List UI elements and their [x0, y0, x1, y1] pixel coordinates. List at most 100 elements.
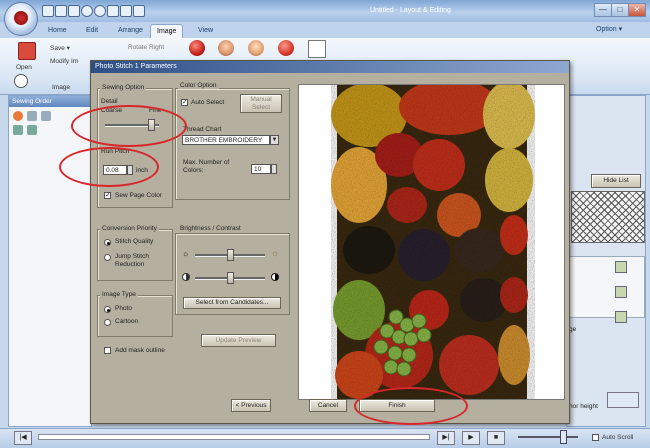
stop-icon[interactable]: ■	[487, 431, 505, 445]
layer-icon[interactable]	[41, 111, 51, 121]
tab-edit[interactable]: Edit	[80, 24, 104, 37]
open-file-icon[interactable]	[55, 5, 67, 17]
highlight-ellipse-finish	[354, 387, 468, 425]
close-button[interactable]: ✕	[628, 3, 646, 17]
rotate-right-button[interactable]: Rotate Right	[128, 44, 164, 51]
move-up-icon[interactable]	[13, 125, 23, 135]
cross-stitch-icon[interactable]	[248, 40, 264, 56]
max-colors-input[interactable]: 10	[251, 164, 271, 174]
thread-chart-select[interactable]: BROTHER EMBROIDERY	[182, 135, 270, 145]
sew-page-color-label: Sew Page Color	[115, 192, 162, 199]
previous-button[interactable]: < Previous	[231, 399, 271, 412]
property-edit-icon[interactable]	[615, 311, 627, 323]
color-option-label: Color Option	[178, 82, 219, 89]
sewing-order-panel: Sewing Order	[8, 95, 92, 427]
property-label-height: hor height	[569, 403, 598, 410]
auto-scroll-checkbox[interactable]	[592, 434, 599, 441]
modify-image-button[interactable]: Modify Im	[50, 58, 78, 65]
manual-select-button[interactable]: Manual Select	[240, 94, 282, 113]
speed-slider-track[interactable]	[518, 436, 578, 438]
sewing-option-label: Sewing Option	[100, 84, 147, 91]
color-group-icon[interactable]	[27, 111, 37, 121]
align-buttons[interactable]	[607, 392, 639, 408]
sewing-order-title: Sewing Order	[9, 96, 91, 107]
photo-stitch-2-icon[interactable]	[218, 40, 234, 56]
detail-label: Detail	[101, 98, 118, 105]
new-file-icon[interactable]	[42, 5, 54, 17]
window-title: Untitled - Layout & Editing	[370, 7, 451, 14]
hide-list-button[interactable]: Hide List	[591, 174, 641, 188]
transfer-icon[interactable]	[133, 5, 145, 17]
sew-page-color-checkbox[interactable]: ✓	[104, 192, 111, 199]
cartoon-label: Cartoon	[115, 318, 139, 325]
stitch-pattern-swatch[interactable]	[571, 191, 645, 243]
sort-icon[interactable]	[13, 111, 23, 121]
jump-stitch-radio[interactable]	[104, 254, 111, 261]
property-panel: Hide List ge hor height	[566, 95, 646, 427]
stitch-quality-label: Stitch Quality	[115, 238, 154, 245]
auto-select-checkbox[interactable]: ✓	[181, 99, 188, 106]
stitch-quality-radio[interactable]	[104, 239, 111, 246]
preview-icon[interactable]	[120, 5, 132, 17]
jump-stitch-label: Jump Stitch Reduction	[115, 253, 149, 268]
max-colors-spinner[interactable]	[271, 164, 277, 174]
open-image-icon[interactable]	[18, 42, 36, 60]
property-edit-icon[interactable]	[615, 286, 627, 298]
dialog-title: Photo Stitch 1 Parameters	[91, 61, 569, 73]
preview-image-area	[298, 84, 565, 400]
select-from-candidates-button[interactable]: Select from Candidates...	[183, 297, 281, 309]
maximize-button[interactable]: □	[611, 3, 629, 17]
photo-label: Photo	[115, 305, 132, 312]
highlight-ellipse-run-pitch	[59, 147, 159, 187]
property-list	[569, 256, 645, 318]
image-to-stitch-icon[interactable]	[308, 40, 326, 58]
brightness-high-icon: ☼	[271, 248, 280, 258]
undo-icon[interactable]	[81, 5, 93, 17]
photo-stitch-dialog: Photo Stitch 1 Parameters Sewing Option …	[59, 60, 570, 425]
image-type-label: Image Type	[100, 291, 138, 298]
property-edit-icon[interactable]	[615, 261, 627, 273]
app-logo-icon	[14, 11, 28, 25]
stitch-simulator-track[interactable]	[38, 434, 430, 440]
redo-icon[interactable]	[94, 5, 106, 17]
cancel-button[interactable]: Cancel	[309, 399, 347, 412]
highlight-ellipse-detail	[71, 105, 187, 147]
minimize-button[interactable]: —	[594, 3, 612, 17]
zoom-icon[interactable]	[14, 74, 28, 88]
tab-arrange[interactable]: Arrange	[112, 24, 149, 37]
brightness-low-icon: ☼	[182, 249, 190, 258]
open-button-label[interactable]: Open	[16, 64, 32, 71]
update-preview-button[interactable]: Update Preview	[201, 334, 276, 347]
brightness-slider-thumb[interactable]	[227, 249, 234, 261]
speed-slider-thumb[interactable]	[560, 430, 567, 444]
contrast-low-icon	[182, 273, 190, 281]
add-mask-outline-label: Add mask outline	[115, 347, 165, 354]
application-button[interactable]	[4, 2, 38, 36]
move-down-icon[interactable]	[27, 125, 37, 135]
photo-radio[interactable]	[104, 306, 111, 313]
tab-image[interactable]: Image	[150, 24, 184, 38]
cartoon-radio[interactable]	[104, 319, 111, 326]
conversion-priority-label: Conversion Priority	[100, 225, 159, 232]
skip-back-icon[interactable]: |◀	[14, 431, 32, 445]
preview-image	[299, 85, 564, 399]
photo-stitch-1-icon[interactable]	[189, 40, 205, 56]
tab-home[interactable]: Home	[42, 24, 73, 37]
contrast-slider-thumb[interactable]	[227, 272, 234, 284]
add-mask-outline-checkbox[interactable]	[104, 347, 111, 354]
contrast-high-icon	[271, 273, 279, 281]
auto-scroll-label: Auto Scroll	[602, 434, 634, 441]
image-type-group	[97, 295, 173, 337]
save-file-icon[interactable]	[68, 5, 80, 17]
property-label-partial: ge	[569, 326, 577, 333]
save-image-button[interactable]: Save ▾	[50, 44, 70, 52]
design-center-icon[interactable]	[278, 40, 294, 56]
play-icon[interactable]: ▶	[462, 431, 480, 445]
option-menu[interactable]: Option ▾	[596, 25, 622, 33]
tab-view[interactable]: View	[192, 24, 219, 37]
chevron-down-icon[interactable]: ▼	[270, 135, 279, 145]
max-colors-label: Max. Number of Colors:	[183, 159, 230, 174]
print-icon[interactable]	[107, 5, 119, 17]
brightness-contrast-label: Brightness / Contrast	[178, 225, 243, 232]
step-forward-icon[interactable]: ▶|	[437, 431, 455, 445]
